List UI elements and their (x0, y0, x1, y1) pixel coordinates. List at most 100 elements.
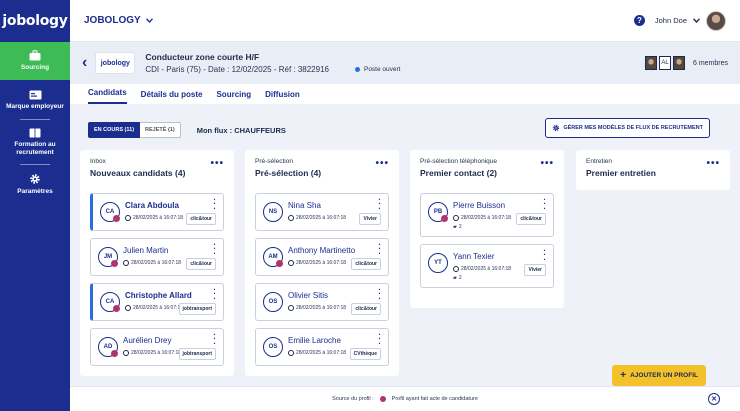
tab-diffusion[interactable]: Diffusion (265, 90, 300, 104)
candidate-card[interactable]: YT Yann Texier 28/02/2025 à 16:07:18 ▰ 2 … (420, 244, 554, 288)
tab-sourcing[interactable]: Sourcing (216, 90, 251, 104)
candidate-name[interactable]: Aurélien Drey (123, 336, 171, 345)
clock-icon (125, 305, 131, 311)
card-menu-icon[interactable]: · · · (213, 285, 216, 302)
candidate-card[interactable]: CA Clara Abdoula 28/02/2025 à 16:07:18 ·… (90, 193, 224, 231)
card-menu-icon[interactable]: · · · (378, 330, 381, 347)
candidate-date: 28/02/2025 à 16:07:18 (125, 215, 183, 221)
applicant-dot-icon (379, 396, 386, 402)
job-subtitle: CDI - Paris (75) - Date : 12/02/2025 - R… (145, 65, 329, 74)
pipeline-column-premier-entretien: Entretien Premier entretien ••• (576, 150, 730, 190)
card-menu-icon[interactable]: · · · (213, 330, 216, 347)
briefcase-icon (29, 50, 41, 61)
comments-count: ▰ 2 (453, 224, 462, 230)
sidebar-item-label: Sourcing (20, 64, 50, 72)
sidebar-item-marque-employeur[interactable]: Marque employeur (0, 86, 70, 115)
plus-icon: + (620, 370, 627, 381)
candidate-name[interactable]: Yann Texier (453, 252, 495, 261)
sidebar-divider (20, 164, 50, 166)
member-avatar-initials: AL (658, 56, 671, 70)
candidate-initials: OS (263, 292, 283, 312)
top-bar: JOBOLOGY ? John Doe (70, 0, 740, 42)
candidate-card[interactable]: OS Emilie Laroche 28/02/2025 à 16:07:18 … (255, 328, 389, 366)
candidate-name[interactable]: Pierre Buisson (453, 201, 505, 210)
manage-flux-button[interactable]: GÉRER MES MODÈLES DE FLUX DE RECRUTEMENT (545, 118, 710, 138)
app-logo[interactable]: jobology (0, 0, 70, 42)
candidate-name[interactable]: Emilie Laroche (288, 336, 341, 345)
source-tag: jobtransport (178, 303, 216, 315)
legend-text: Profil ayant fait acte de candidature (391, 396, 478, 402)
clock-icon (288, 260, 294, 266)
member-avatar (644, 56, 657, 70)
member-avatar (672, 56, 685, 70)
members-group[interactable]: AL 6 membres (644, 56, 728, 70)
pipeline-column-preselection: Pré-sélection Pré-sélection (4) ••• NS N… (245, 150, 399, 376)
source-tag: clic&tour (186, 213, 216, 225)
job-status-label: Poste ouvert (363, 65, 401, 73)
sidebar-item-sourcing[interactable]: Sourcing (0, 42, 70, 80)
sidebar-item-parametres[interactable]: Paramètres (0, 169, 70, 200)
candidate-card[interactable]: CA Christophe Allard 28/02/2025 à 16:07:… (90, 283, 224, 321)
clock-icon (125, 215, 131, 221)
candidate-card[interactable]: JM Julien Martin 28/02/2025 à 16:07:18 ·… (90, 238, 224, 276)
manage-flux-label: GÉRER MES MODÈLES DE FLUX DE RECRUTEMENT (563, 125, 703, 131)
tab-candidats[interactable]: Candidats (88, 88, 127, 104)
more-options-icon[interactable]: ••• (706, 158, 720, 169)
clock-icon (288, 350, 294, 356)
applicant-dot-icon (113, 215, 120, 222)
tab-details-du-poste[interactable]: Détails du poste (141, 90, 203, 104)
job-header: ‹ jobology Conducteur zone courte H/F CD… (70, 42, 740, 84)
candidate-card[interactable]: OS Olivier Sitis 28/02/2025 à 16:07:18 ·… (255, 283, 389, 321)
candidate-date: 28/02/2025 à 16:07:18 (288, 305, 346, 311)
candidate-name[interactable]: Christophe Allard (125, 291, 192, 300)
card-menu-icon[interactable]: · · · (543, 195, 546, 212)
candidate-name[interactable]: Nina Sha (288, 201, 321, 210)
applicant-dot-icon (111, 260, 118, 267)
clock-icon (288, 305, 294, 311)
user-menu[interactable]: John Doe (655, 10, 726, 31)
more-options-icon[interactable]: ••• (375, 158, 389, 169)
filter-rejete-button[interactable]: REJETÉ (1) (140, 122, 181, 138)
sidebar-item-formation[interactable]: Formation au recrutement (0, 124, 70, 161)
brand-menu[interactable]: JOBOLOGY (84, 15, 153, 26)
candidate-card[interactable]: PB Pierre Buisson 28/02/2025 à 16:07:18 … (420, 193, 554, 237)
clock-icon (123, 350, 129, 356)
source-tag: Vivier (359, 213, 381, 225)
card-menu-icon[interactable]: · · · (543, 246, 546, 263)
card-menu-icon[interactable]: · · · (213, 195, 216, 212)
candidate-card[interactable]: NS Nina Sha 28/02/2025 à 16:07:18 · · · Vi… (255, 193, 389, 231)
source-tag: clic&tour (516, 213, 546, 225)
candidate-date: 28/02/2025 à 16:07:18 (453, 266, 511, 272)
candidate-name[interactable]: Clara Abdoula (125, 201, 179, 210)
candidate-card[interactable]: AM Anthony Martinetto 28/02/2025 à 16:07… (255, 238, 389, 276)
sidebar: jobology Sourcing Marque employeur Forma… (0, 0, 70, 411)
card-menu-icon[interactable]: · · · (378, 195, 381, 212)
column-title: Pré-sélection (4) (255, 168, 322, 178)
sidebar-divider (20, 118, 50, 120)
source-tag: CVthèque (349, 348, 381, 360)
card-menu-icon[interactable]: · · · (378, 285, 381, 302)
candidate-name[interactable]: Anthony Martinetto (288, 246, 355, 255)
candidate-name[interactable]: Julien Martin (123, 246, 168, 255)
card-menu-icon[interactable]: · · · (378, 240, 381, 257)
sidebar-item-label: Marque employeur (6, 103, 64, 110)
members-count: 6 membres (692, 59, 728, 67)
comment-icon: ▰ (453, 275, 457, 281)
applicant-dot-icon (113, 305, 120, 312)
source-tag: jobtransport (178, 348, 216, 360)
card-menu-icon[interactable]: · · · (213, 240, 216, 257)
help-icon[interactable]: ? (633, 15, 645, 26)
clock-icon (453, 215, 459, 221)
more-options-icon[interactable]: ••• (540, 158, 554, 169)
candidate-date: 28/02/2025 à 16:07:18 (123, 260, 181, 266)
job-status: Poste ouvert (354, 65, 401, 73)
candidate-card[interactable]: AD Aurélien Drey 28/02/2025 à 16:07:18 ·… (90, 328, 224, 366)
candidate-date: 28/02/2025 à 16:07:18 (288, 215, 346, 221)
add-profile-button[interactable]: + AJOUTER UN PROFIL (612, 365, 706, 386)
candidate-name[interactable]: Olivier Sitis (288, 291, 328, 300)
chevron-down-icon (145, 18, 153, 23)
more-options-icon[interactable]: ••• (210, 158, 224, 169)
filter-en-cours-button[interactable]: EN COURS (11) (88, 122, 141, 138)
close-icon[interactable]: ✕ (708, 393, 720, 405)
back-arrow-icon[interactable]: ‹ (82, 54, 87, 72)
